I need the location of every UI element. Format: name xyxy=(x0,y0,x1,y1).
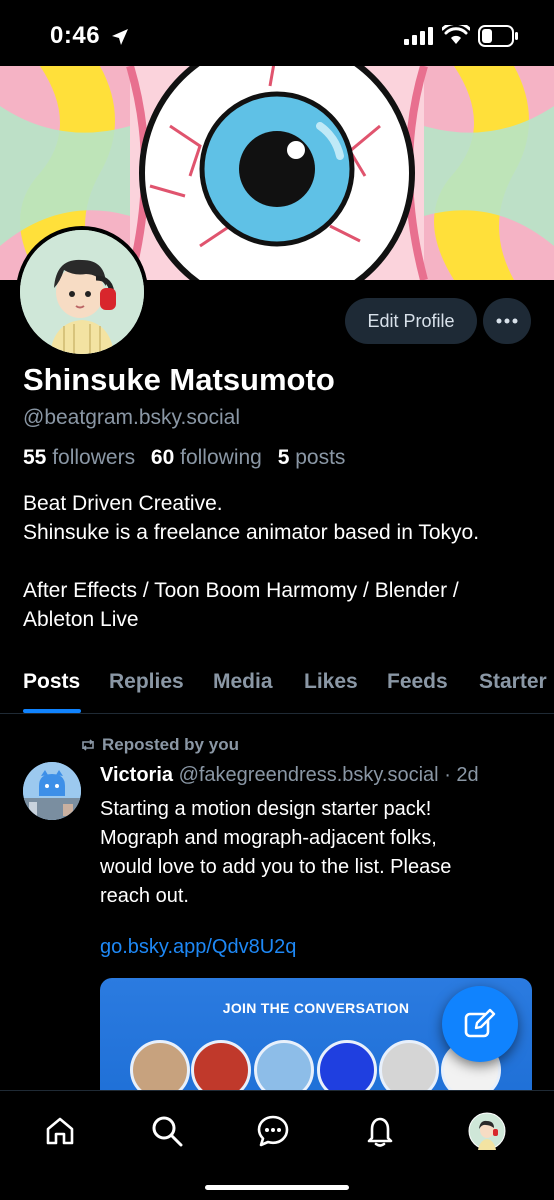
compose-icon xyxy=(464,1008,496,1038)
nav-home[interactable] xyxy=(40,1111,80,1151)
tab-posts[interactable]: Posts xyxy=(23,670,80,694)
edit-profile-button[interactable]: Edit Profile xyxy=(345,298,477,344)
battery-icon xyxy=(478,25,518,47)
post-text: Starting a motion design starter pack! M… xyxy=(100,798,452,907)
following-link[interactable]: 60 following xyxy=(151,446,262,469)
profile-tabs: Posts Replies Media Likes Feeds Starter xyxy=(0,666,554,714)
tab-feeds[interactable]: Feeds xyxy=(387,670,448,694)
nav-search[interactable] xyxy=(147,1111,187,1151)
status-time: 0:46 xyxy=(50,22,101,49)
post-header: Victoria @fakegreendress.bsky.social · 2… xyxy=(100,764,479,787)
tab-likes[interactable]: Likes xyxy=(304,670,358,694)
following-label: following xyxy=(180,446,262,469)
more-options-button[interactable] xyxy=(483,298,531,344)
profile-avatar-icon xyxy=(468,1112,506,1150)
posts-stat: 5 posts xyxy=(278,446,346,469)
tab-starter[interactable]: Starter xyxy=(479,670,547,694)
nav-notifications[interactable] xyxy=(360,1111,400,1151)
profile-avatar[interactable] xyxy=(16,226,148,358)
profile-handle: @beatgram.bsky.social xyxy=(23,406,241,429)
profile-bio: Beat Driven Creative. Shinsuke is a free… xyxy=(23,492,480,631)
search-icon xyxy=(152,1116,183,1147)
post-time: · 2d xyxy=(444,764,479,786)
tab-replies[interactable]: Replies xyxy=(109,670,184,694)
tab-media[interactable]: Media xyxy=(213,670,273,694)
bell-icon xyxy=(367,1117,393,1147)
home-icon xyxy=(46,1117,74,1145)
ellipsis-icon xyxy=(496,318,518,324)
bottom-navigation xyxy=(0,1090,554,1200)
post-link[interactable]: go.bsky.app/Qdv8U2q xyxy=(100,936,296,959)
post-author-handle[interactable]: @fakegreendress.bsky.social xyxy=(179,764,439,786)
followers-label: followers xyxy=(52,446,136,469)
status-bar: 0:46 xyxy=(0,0,554,66)
display-name: Shinsuke Matsumoto xyxy=(23,362,335,397)
followers-count: 55 xyxy=(23,446,47,469)
wifi-icon xyxy=(442,25,470,44)
repost-indicator: Reposted by you xyxy=(80,735,239,755)
cellular-signal-icon xyxy=(404,27,433,45)
repost-label: Reposted by you xyxy=(102,735,239,754)
nav-profile[interactable] xyxy=(467,1111,507,1151)
nav-chat[interactable] xyxy=(253,1111,293,1151)
repost-icon xyxy=(82,739,94,751)
posts-label: posts xyxy=(295,446,346,469)
post-author-avatar[interactable] xyxy=(23,762,81,820)
location-arrow-icon xyxy=(112,29,128,45)
active-tab-indicator xyxy=(23,709,81,713)
post-author-name[interactable]: Victoria xyxy=(100,764,173,786)
profile-stats: 55 followers 60 following 5 posts xyxy=(23,446,345,470)
followers-link[interactable]: 55 followers xyxy=(23,446,135,469)
following-count: 60 xyxy=(150,446,175,469)
home-indicator xyxy=(205,1185,349,1190)
chat-icon xyxy=(257,1115,289,1147)
posts-count: 5 xyxy=(277,446,290,469)
compose-button[interactable] xyxy=(442,986,518,1062)
